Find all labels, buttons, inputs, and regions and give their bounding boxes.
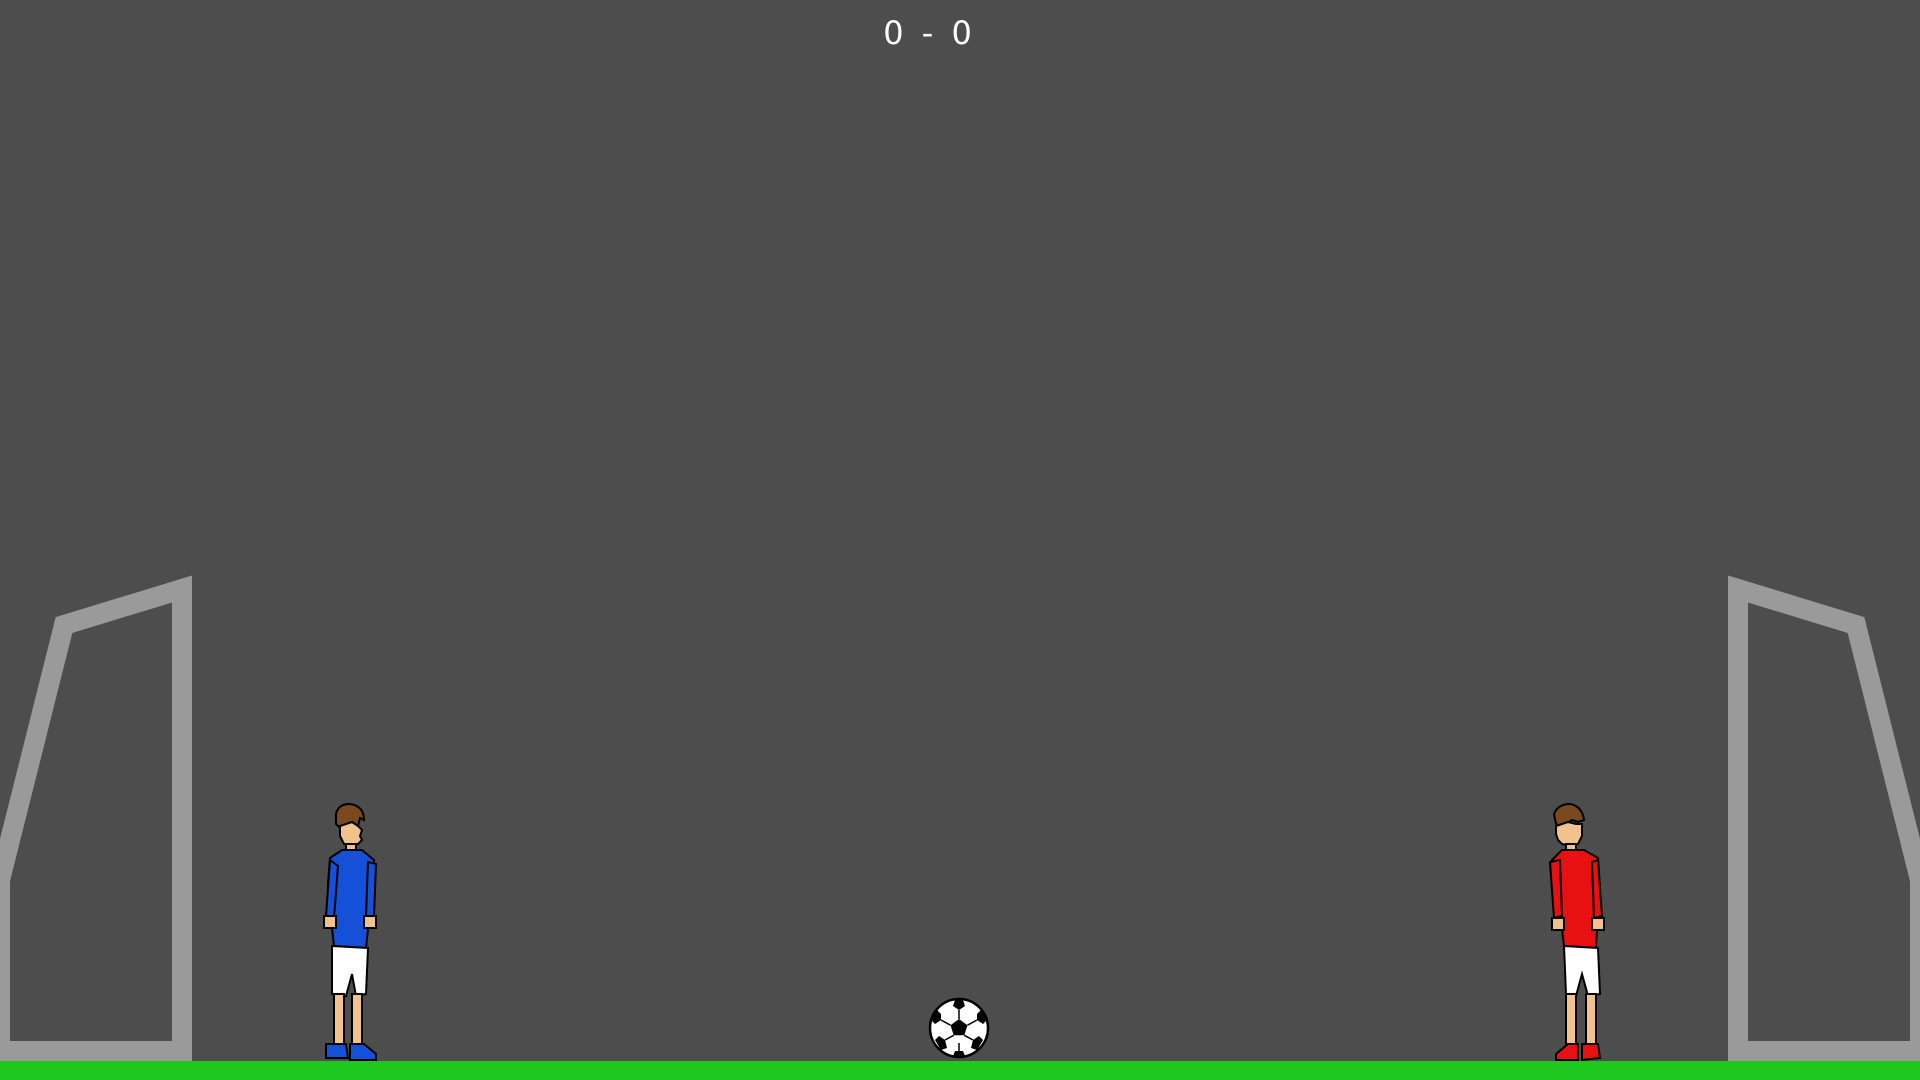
soccer-ball-icon[interactable] [928,997,990,1059]
left-goal [0,575,192,1071]
game-field [0,575,1920,1080]
right-goal [1728,575,1920,1071]
blue-player-icon[interactable] [323,802,378,1061]
game-stage[interactable]: 0 - 0 [0,0,1920,1080]
red-player-icon[interactable] [1548,802,1605,1062]
grass-ground [0,1061,1920,1080]
